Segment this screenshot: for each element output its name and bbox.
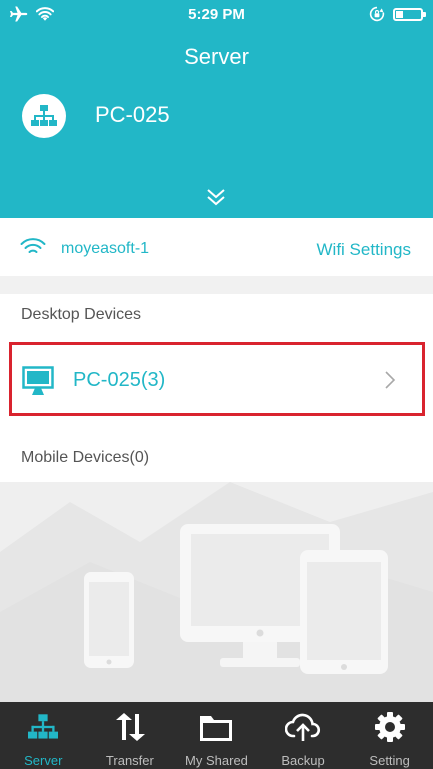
server-name: PC-025 — [95, 102, 170, 127]
transfer-arrows-icon — [115, 713, 145, 741]
tab-label: Transfer — [105, 753, 154, 768]
wifi-network-name: moyeasoft-1 — [61, 240, 150, 257]
tab-setting[interactable]: Setting — [346, 702, 433, 769]
bottom-tab-bar: Server Transfer My Shared Backup Setting — [0, 702, 433, 769]
tab-server[interactable]: Server — [0, 702, 87, 769]
rotation-lock-icon — [369, 6, 385, 22]
battery-level — [396, 10, 403, 18]
wifi-row: moyeasoft-1 Wifi Settings — [0, 218, 433, 276]
devices-illustration — [0, 482, 433, 702]
server-avatar — [22, 94, 66, 138]
gear-icon — [374, 712, 405, 742]
page-title: Server — [184, 44, 249, 69]
tab-label: Backup — [281, 753, 325, 768]
tab-my-shared[interactable]: My Shared — [173, 702, 260, 769]
device-name: PC-025(3) — [73, 369, 166, 391]
network-icon — [31, 105, 57, 126]
folder-icon — [200, 716, 233, 741]
mobile-devices-label: Mobile Devices(0) — [21, 449, 150, 466]
tab-transfer[interactable]: Transfer — [87, 702, 174, 769]
tab-label: Server — [24, 753, 63, 768]
chevron-right-icon — [385, 371, 396, 389]
monitor-icon — [22, 366, 54, 395]
devices-placeholder-graphic — [0, 482, 433, 702]
cloud-upload-icon — [285, 713, 321, 741]
double-chevron-down-icon[interactable] — [205, 186, 227, 208]
server-header: 5:29 PM Server PC-025 — [0, 0, 433, 218]
tab-label: Setting — [369, 753, 410, 768]
network-icon — [28, 714, 59, 739]
wifi-icon — [20, 238, 46, 253]
mobile-devices-section: Mobile Devices(0) — [0, 434, 433, 482]
tab-backup[interactable]: Backup — [260, 702, 347, 769]
device-item-pc-025[interactable]: PC-025(3) — [9, 342, 425, 416]
wifi-settings-link[interactable]: Wifi Settings — [317, 240, 411, 260]
tab-label: My Shared — [185, 753, 248, 768]
battery-icon — [393, 7, 426, 21]
status-bar: 5:29 PM — [0, 0, 433, 30]
desktop-devices-label: Desktop Devices — [21, 306, 142, 323]
